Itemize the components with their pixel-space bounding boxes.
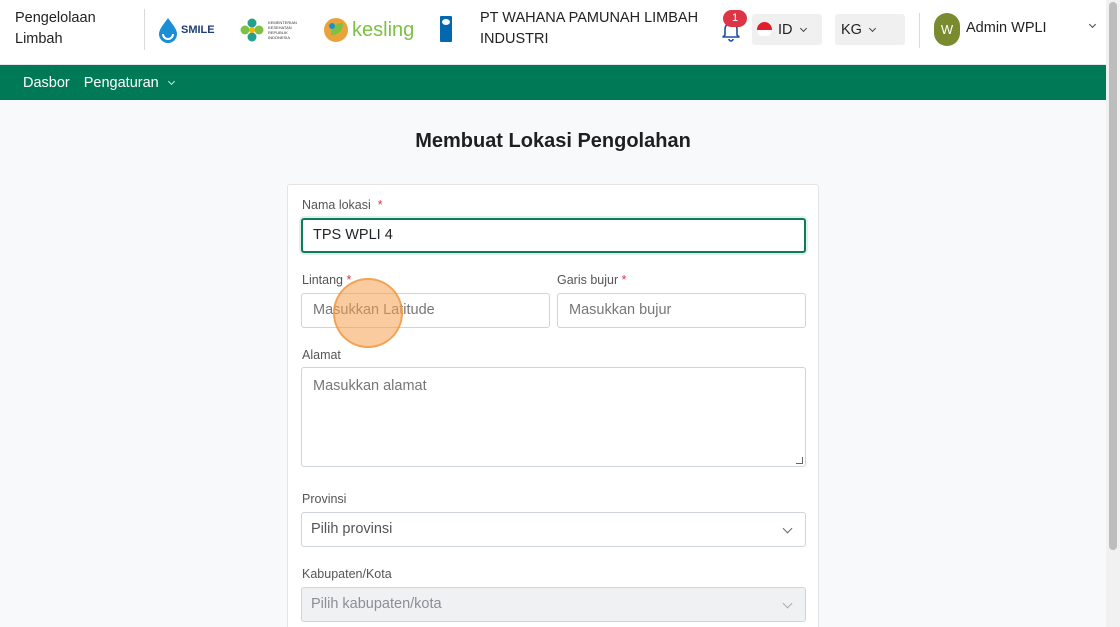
chevron-down-icon — [782, 523, 793, 534]
user-menu-chevron-icon[interactable] — [1088, 20, 1097, 29]
address-textarea[interactable]: Masukkan alamat — [301, 367, 806, 467]
page-scrollbar[interactable] — [1106, 0, 1120, 627]
longitude-input[interactable]: Masukkan bujur — [557, 293, 806, 328]
user-name[interactable]: Admin WPLI — [966, 20, 1047, 36]
top-header: Pengelolaan Limbah SMILE KEMENTERIAN KES… — [0, 0, 1106, 65]
province-select[interactable]: Pilih provinsi — [301, 512, 806, 547]
language-selector[interactable]: ID — [752, 14, 822, 45]
longitude-label: Garis bujur * — [557, 273, 627, 287]
chevron-down-icon — [782, 598, 793, 609]
indonesia-flag-icon — [757, 22, 772, 37]
avatar[interactable]: W — [934, 13, 960, 46]
latitude-label: Lintang * — [302, 273, 352, 287]
city-select[interactable]: Pilih kabupaten/kota — [301, 587, 806, 622]
kemenkes-logo: KEMENTERIAN KESEHATAN REPUBLIK INDONESIA — [240, 14, 298, 46]
header-divider — [919, 13, 920, 48]
resize-handle-icon[interactable] — [796, 457, 803, 464]
latitude-input[interactable]: Masukkan Latitude — [301, 293, 550, 328]
undp-logo — [440, 16, 452, 42]
scrollbar-thumb[interactable] — [1109, 2, 1117, 550]
chevron-down-icon — [167, 77, 175, 85]
smile-logo: SMILE — [158, 14, 215, 46]
kemenkes-flower-icon — [240, 18, 264, 42]
kesling-logo: kesling — [323, 14, 414, 46]
nav-item-pengaturan[interactable]: Pengaturan — [84, 75, 175, 91]
chevron-down-icon — [799, 24, 807, 32]
page-title: Membuat Lokasi Pengolahan — [415, 130, 691, 152]
header-divider — [144, 9, 145, 50]
smile-drop-icon — [159, 18, 177, 43]
notification-badge: 1 — [723, 10, 747, 27]
chevron-down-icon — [868, 24, 876, 32]
company-name: PT WAHANA PAMUNAH LIMBAH INDUSTRI — [480, 10, 699, 47]
location-name-input[interactable]: TPS WPLI 4 — [301, 218, 806, 253]
location-name-label: Nama lokasi * — [302, 198, 383, 212]
address-label: Alamat — [302, 348, 341, 362]
form-card: Nama lokasi * TPS WPLI 4 Lintang * Masuk… — [287, 184, 819, 627]
app-name[interactable]: Pengelolaan Limbah — [15, 8, 125, 50]
main-nav: Dasbor Pengaturan — [0, 65, 1106, 100]
kesling-leaf-icon — [324, 18, 348, 42]
nav-item-dasbor[interactable]: Dasbor — [23, 75, 70, 91]
province-label: Provinsi — [302, 492, 347, 506]
unit-selector[interactable]: KG — [835, 14, 905, 45]
city-label: Kabupaten/Kota — [302, 567, 392, 581]
